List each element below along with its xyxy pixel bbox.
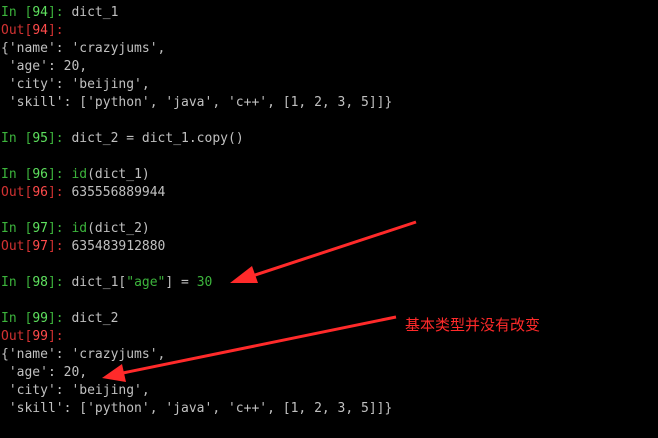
out-prompt-close: ]: <box>47 239 72 254</box>
output-line: {'name': 'crazyjums', <box>1 41 166 56</box>
input-code: dict_1 <box>71 5 119 20</box>
in-prompt-number: 97 <box>32 221 48 236</box>
in-prompt: In [ <box>1 167 33 182</box>
func-args: (dict_1) <box>87 167 150 182</box>
in-prompt-number: 98 <box>32 275 48 290</box>
output-value: 635483912880 <box>71 239 166 254</box>
out-prompt: Out[ <box>1 329 33 344</box>
output-line: 'city': 'beijing', <box>1 77 150 92</box>
output-line-97: Out[97]: 635483912880 <box>1 238 658 256</box>
number-literal: 30 <box>196 275 213 290</box>
in-prompt-number: 95 <box>32 131 48 146</box>
out-prompt-close: ]: <box>47 185 72 200</box>
in-prompt-close: ]: <box>47 167 72 182</box>
string-literal: "age" <box>126 275 166 290</box>
input-line-96: In [96]: id(dict_1) <box>1 166 658 184</box>
out-prompt-close: ]: <box>47 23 64 38</box>
out-prompt: Out[ <box>1 185 33 200</box>
output-line: {'name': 'crazyjums', <box>1 347 166 362</box>
builtin-func: id <box>71 167 88 182</box>
out-prompt-number: 99 <box>32 329 48 344</box>
out-prompt-close: ]: <box>47 329 64 344</box>
out-prompt: Out[ <box>1 23 33 38</box>
out-prompt-number: 96 <box>32 185 48 200</box>
out-prompt: Out[ <box>1 239 33 254</box>
in-prompt: In [ <box>1 275 33 290</box>
output-line: 'age': 20, <box>1 365 88 380</box>
output-line: 'age': 20, <box>1 59 88 74</box>
input-line-95: In [95]: dict_2 = dict_1.copy() <box>1 130 658 148</box>
output-line: 'skill': ['python', 'java', 'c++', [1, 2… <box>1 401 393 416</box>
input-line-94: In [94]: dict_1 <box>1 4 658 22</box>
out-prompt-number: 94 <box>32 23 48 38</box>
output-line: 'skill': ['python', 'java', 'c++', [1, 2… <box>1 95 393 110</box>
in-prompt-close: ]: <box>47 131 72 146</box>
output-prompt-94: Out[94]: <box>1 22 658 40</box>
ipython-console[interactable]: In [94]: dict_1 Out[94]: {'name': 'crazy… <box>0 0 658 438</box>
output-prompt-99: Out[99]: <box>1 328 658 346</box>
func-args: (dict_2) <box>87 221 150 236</box>
input-line-98: In [98]: dict_1["age"] = 30 <box>1 274 658 292</box>
annotation-label: 基本类型并没有改变 <box>405 316 541 334</box>
output-line: 'city': 'beijing', <box>1 383 150 398</box>
out-prompt-number: 97 <box>32 239 48 254</box>
input-line-97: In [97]: id(dict_2) <box>1 220 658 238</box>
input-code: dict_2 = dict_1.copy() <box>71 131 244 146</box>
in-prompt-close: ]: <box>47 311 72 326</box>
in-prompt-number: 99 <box>32 311 48 326</box>
in-prompt-number: 96 <box>32 167 48 182</box>
in-prompt: In [ <box>1 311 33 326</box>
in-prompt: In [ <box>1 5 33 20</box>
output-line-96: Out[96]: 635556889944 <box>1 184 658 202</box>
in-prompt-close: ]: <box>47 5 72 20</box>
input-code: ] = <box>165 275 197 290</box>
input-code: dict_1[ <box>71 275 127 290</box>
builtin-func: id <box>71 221 88 236</box>
in-prompt-close: ]: <box>47 275 72 290</box>
input-code: dict_2 <box>71 311 119 326</box>
output-value: 635556889944 <box>71 185 166 200</box>
in-prompt: In [ <box>1 131 33 146</box>
in-prompt: In [ <box>1 221 33 236</box>
input-line-99: In [99]: dict_2 <box>1 310 658 328</box>
in-prompt-number: 94 <box>32 5 48 20</box>
in-prompt-close: ]: <box>47 221 72 236</box>
